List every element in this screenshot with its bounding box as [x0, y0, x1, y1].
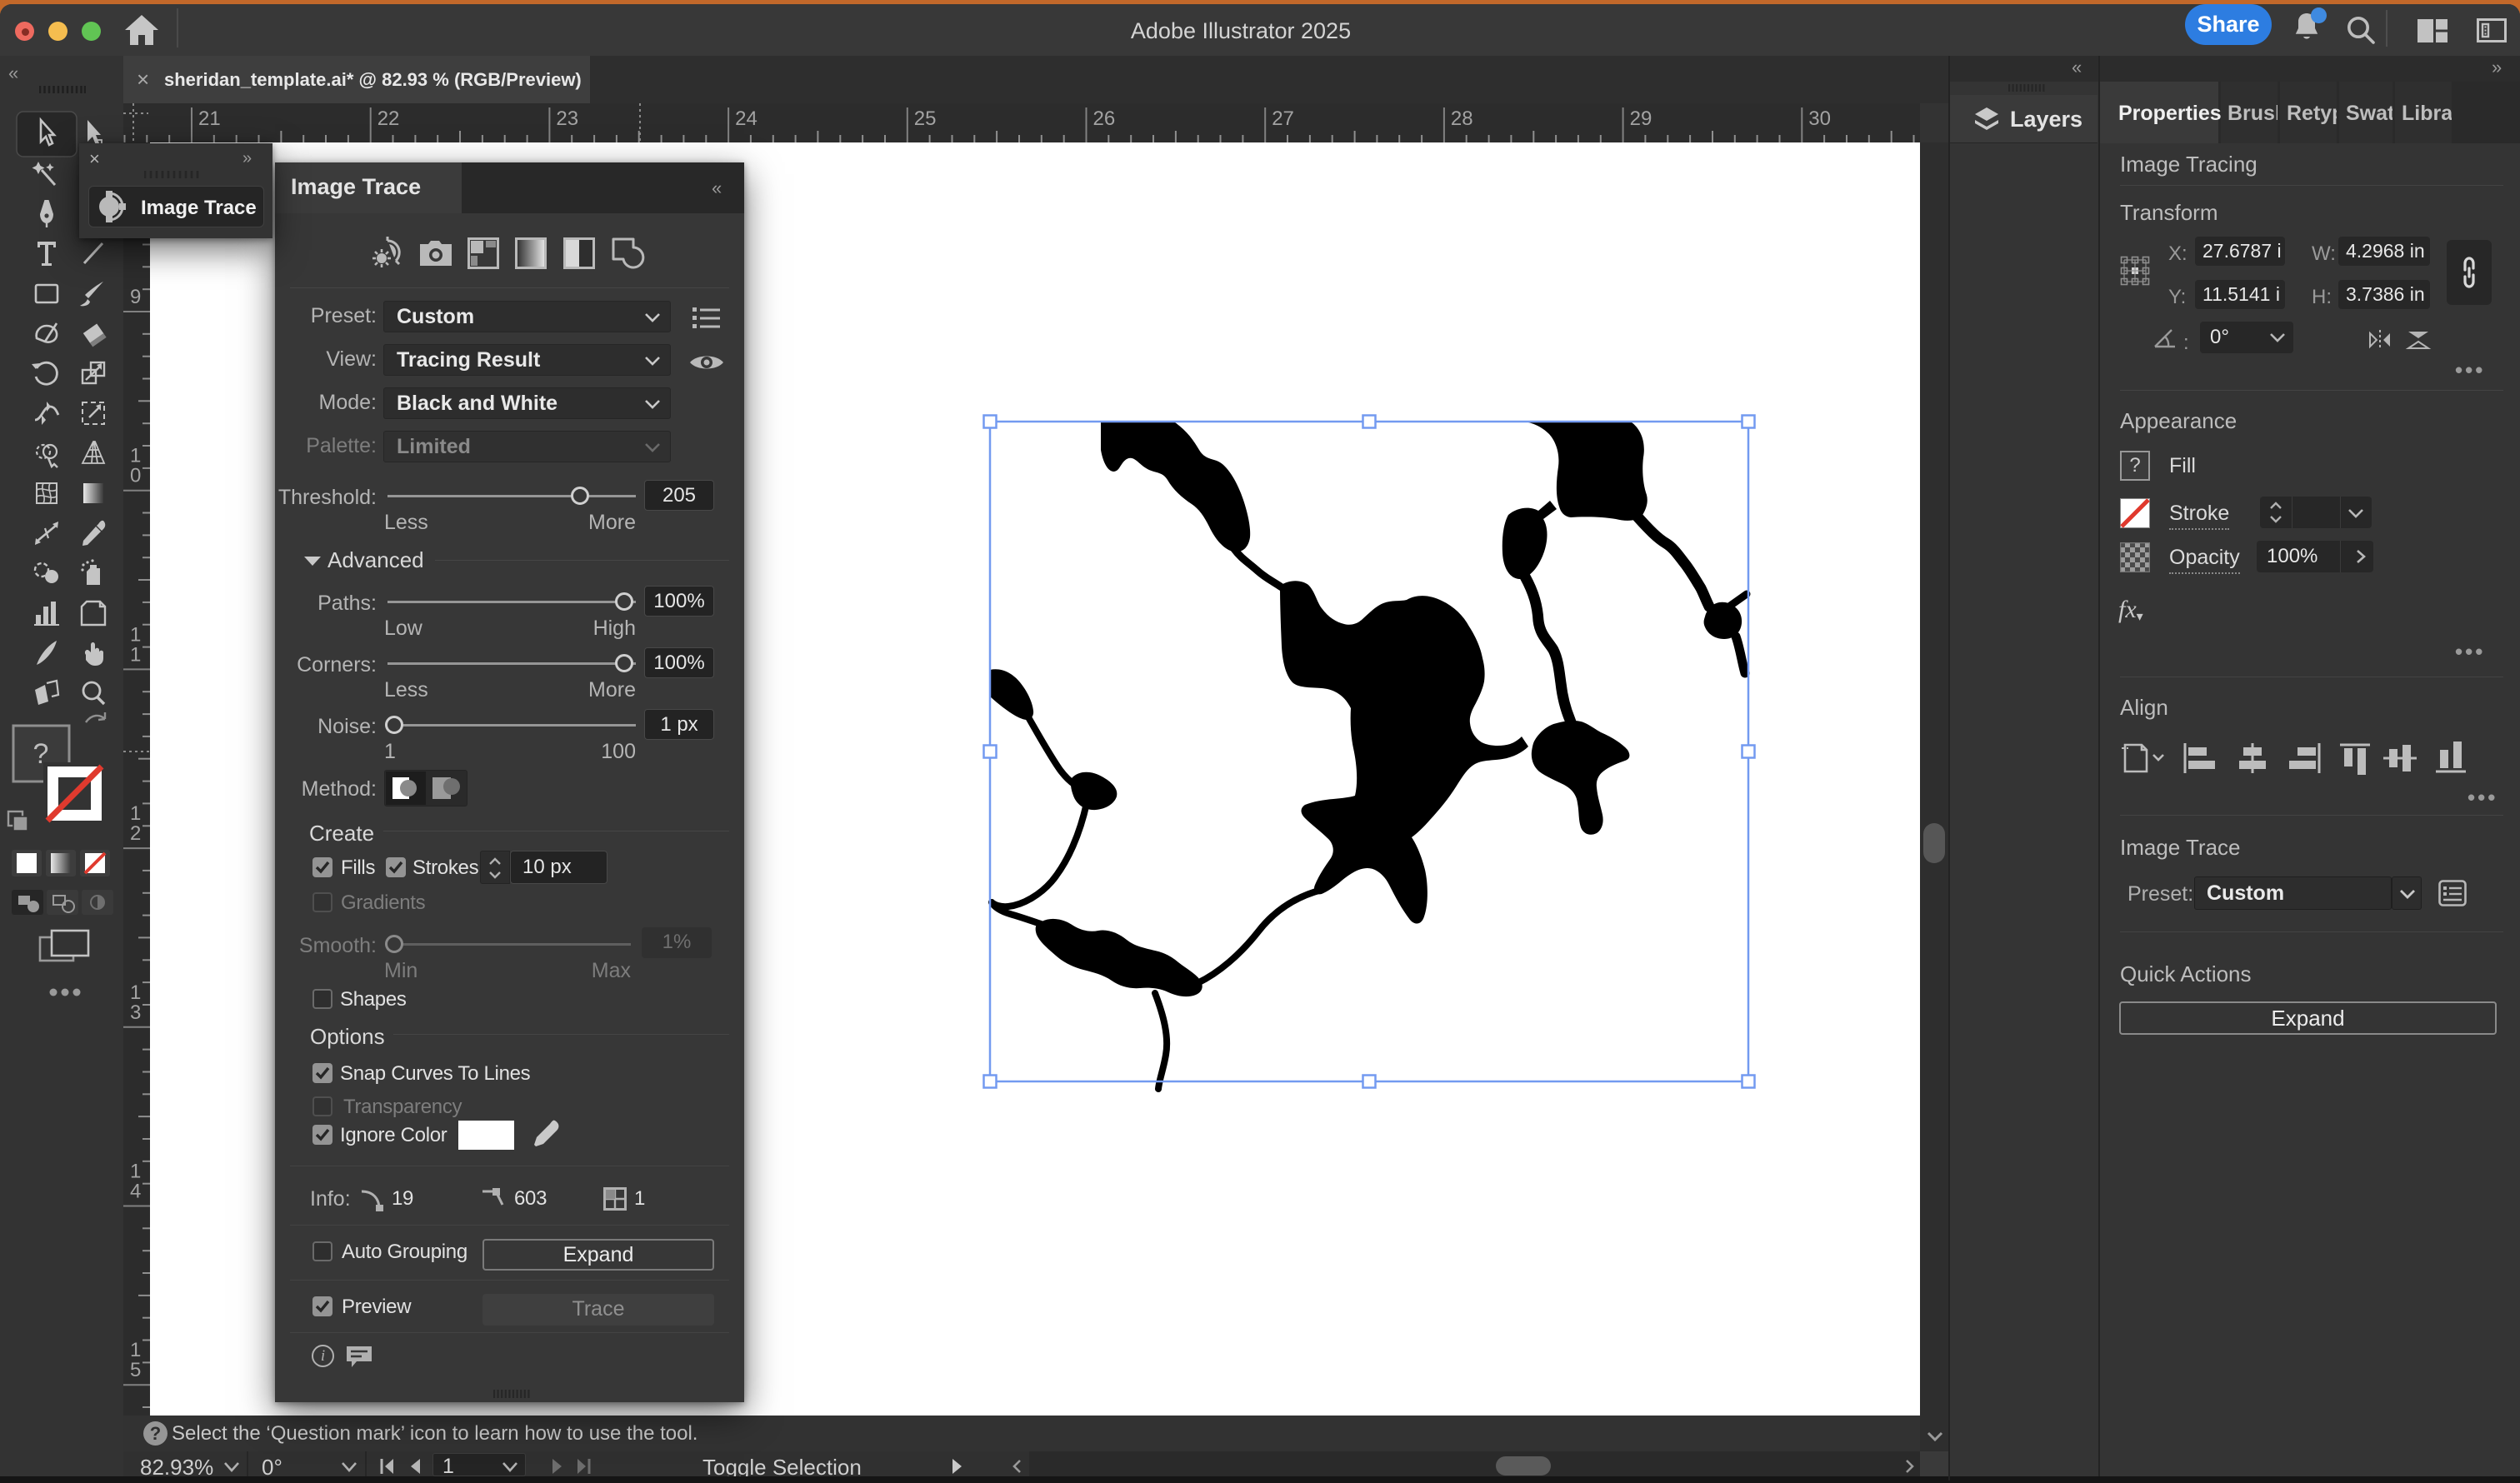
svg-text:27: 27	[1272, 107, 1294, 130]
svg-text:4: 4	[130, 1181, 141, 1203]
svg-text:1: 1	[130, 623, 141, 646]
svg-text:23: 23	[556, 107, 578, 130]
svg-text:1: 1	[130, 643, 141, 666]
svg-text:25: 25	[914, 107, 937, 130]
svg-text:1: 1	[130, 981, 141, 1004]
svg-text:5: 5	[130, 1359, 141, 1381]
svg-text:0: 0	[130, 465, 141, 487]
svg-text:26: 26	[1093, 107, 1116, 130]
svg-text:22: 22	[378, 107, 400, 130]
svg-text:28: 28	[1451, 107, 1473, 130]
svg-text:1: 1	[130, 802, 141, 825]
svg-text:1: 1	[130, 445, 141, 467]
svg-text:21: 21	[198, 107, 221, 130]
svg-text:1: 1	[130, 1339, 141, 1361]
svg-text:9: 9	[130, 286, 141, 308]
svg-text:1: 1	[130, 1161, 141, 1183]
svg-text:3: 3	[130, 1001, 141, 1024]
svg-text:29: 29	[1630, 107, 1652, 130]
svg-text:24: 24	[735, 107, 758, 130]
svg-text:30: 30	[1808, 107, 1831, 130]
svg-text:2: 2	[130, 822, 141, 845]
